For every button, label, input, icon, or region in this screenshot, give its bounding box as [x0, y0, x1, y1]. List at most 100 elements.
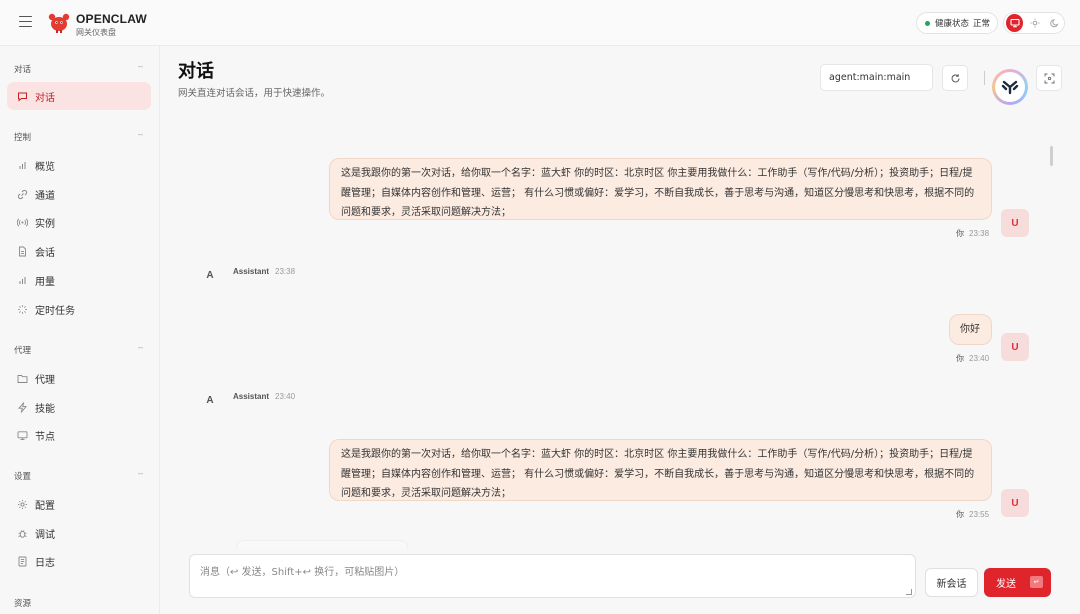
- sidebar-item-label: 代理: [35, 374, 55, 386]
- sidebar-item-sessions[interactable]: 会话: [7, 237, 151, 265]
- sidebar-item-label: 概览: [35, 161, 55, 173]
- loader-icon: [16, 303, 28, 315]
- monitor-icon[interactable]: [1006, 14, 1024, 32]
- message-meta: 你 23:38: [956, 228, 989, 239]
- sidebar-item-label: 定时任务: [35, 305, 75, 317]
- sidebar-item-instances[interactable]: 实例: [7, 208, 151, 236]
- page-subtitle: 网关直连对话会话，用于快速操作。: [178, 88, 331, 99]
- sidebar-item-nodes[interactable]: 节点: [7, 421, 151, 449]
- message-time: 23:38: [275, 267, 296, 276]
- top-bar: OPENCLAW 网关仪表盘 健康状态 正常: [0, 0, 1080, 46]
- sidebar-section-chat[interactable]: 对话: [14, 63, 31, 75]
- sidebar-item-agents[interactable]: 代理: [7, 364, 151, 392]
- user-message-bubble: 这是我跟你的第一次对话，给你取一个名字：蓝大虾 你的时区：北京时区 你主要用我做…: [329, 158, 992, 220]
- sidebar-item-channels[interactable]: 通道: [7, 180, 151, 208]
- message-meta: 你 23:55: [956, 509, 989, 520]
- bar-chart-icon: [16, 274, 28, 286]
- sidebar-section-agents[interactable]: 代理: [14, 344, 31, 356]
- message-time: 23:55: [969, 510, 990, 519]
- bug-icon: [16, 527, 28, 539]
- toolbar-divider: [984, 71, 985, 85]
- message-line: 这是我跟你的第一次对话，给你取一个名字：蓝大虾 你的时区：北京时区 你主要用我做…: [341, 168, 973, 179]
- moon-icon[interactable]: [1047, 14, 1064, 32]
- message-meta: Assistant 23:38: [233, 267, 295, 276]
- sidebar-section-resources[interactable]: 资源: [14, 597, 31, 609]
- session-selector[interactable]: agent:main:main: [820, 64, 933, 91]
- assistant-badge-icon[interactable]: [992, 69, 1028, 105]
- page-title: 对话: [178, 61, 214, 81]
- theme-switcher: [1003, 12, 1065, 34]
- menu-icon[interactable]: [19, 16, 32, 27]
- sidebar-item-label: 调试: [35, 529, 55, 541]
- brand-name: OPENCLAW: [76, 12, 147, 26]
- message-sender: 你: [956, 354, 964, 363]
- sidebar-item-label: 用量: [35, 276, 55, 288]
- health-status-value: 正常: [973, 18, 991, 28]
- message-time: 23:40: [275, 392, 296, 401]
- user-message-bubble: 你好: [949, 314, 992, 345]
- message-input[interactable]: 消息（↩ 发送，Shift+↩ 换行，可粘贴图片）: [189, 554, 916, 598]
- refresh-icon[interactable]: [942, 65, 968, 91]
- sidebar-item-chat[interactable]: 对话: [7, 82, 151, 110]
- sidebar-item-cron[interactable]: 定时任务: [7, 295, 151, 323]
- sidebar-item-label: 配置: [35, 500, 55, 512]
- message-sender: 你: [956, 229, 964, 238]
- chat-scrollbar[interactable]: [1050, 146, 1053, 166]
- sidebar-item-debug[interactable]: 调试: [7, 519, 151, 547]
- link-icon: [16, 188, 28, 200]
- bolt-icon: [16, 401, 28, 413]
- message-meta: 你 23:40: [956, 353, 989, 364]
- sidebar-item-usage[interactable]: 用量: [7, 266, 151, 294]
- sidebar-item-logs[interactable]: 日志: [7, 547, 151, 575]
- sidebar: 对话 – 对话 控制 – 概览 通道 实例 会话 用量 定时任务 代理 – 代理…: [0, 46, 160, 614]
- message-line: 醒管理；自媒体内容创作和管理、运营； 有什么习惯或偏好：爱学习，不断自我成长，善…: [341, 187, 975, 199]
- message-sender: Assistant: [233, 392, 270, 401]
- bar-chart-icon: [16, 159, 28, 171]
- new-chat-button[interactable]: 新会话: [925, 568, 978, 597]
- log-icon: [16, 555, 28, 567]
- document-icon: [16, 245, 28, 257]
- collapse-icon[interactable]: –: [138, 342, 143, 352]
- sidebar-item-overview[interactable]: 概览: [7, 151, 151, 179]
- message-meta: Assistant 23:40: [233, 392, 295, 401]
- sidebar-item-label: 通道: [35, 190, 55, 202]
- status-dot-icon: [925, 20, 930, 26]
- user-avatar: U: [1001, 489, 1029, 517]
- chat-icon: [16, 90, 28, 102]
- user-avatar: U: [1001, 333, 1029, 361]
- message-time: 23:40: [969, 354, 990, 363]
- user-message-bubble: 这是我跟你的第一次对话，给你取一个名字：蓝大虾 你的时区：北京时区 你主要用我做…: [329, 439, 992, 501]
- folder-icon: [16, 372, 28, 384]
- health-status-pill[interactable]: 健康状态 正常: [916, 12, 998, 34]
- focus-mode-icon[interactable]: [1036, 65, 1062, 91]
- gear-icon: [16, 498, 28, 510]
- message-sender: Assistant: [233, 267, 270, 276]
- user-avatar: U: [1001, 209, 1029, 237]
- sidebar-section-settings[interactable]: 设置: [14, 470, 31, 482]
- message-line: 你好: [960, 324, 980, 335]
- sidebar-item-label: 日志: [35, 557, 55, 569]
- message-line: 问题和要求，灵活采取问题解决方法；: [341, 488, 511, 499]
- message-time: 23:38: [969, 229, 990, 238]
- monitor-icon: [16, 429, 28, 441]
- assistant-avatar: A: [206, 394, 214, 406]
- message-line: 问题和要求，灵活采取问题解决方法；: [341, 207, 511, 218]
- sidebar-section-control[interactable]: 控制: [14, 131, 31, 143]
- send-label: 发送: [996, 579, 1016, 590]
- sidebar-item-label: 会话: [35, 247, 55, 259]
- message-line: 这是我跟你的第一次对话，给你取一个名字：蓝大虾 你的时区：北京时区 你主要用我做…: [341, 449, 973, 460]
- sidebar-item-skills[interactable]: 技能: [7, 393, 151, 421]
- collapse-icon[interactable]: –: [138, 129, 143, 139]
- message-sender: 你: [956, 510, 964, 519]
- sidebar-item-config[interactable]: 配置: [7, 490, 151, 518]
- assistant-avatar: A: [206, 269, 214, 281]
- enter-key-icon: ↵: [1030, 576, 1043, 588]
- collapse-icon[interactable]: –: [138, 468, 143, 478]
- send-button[interactable]: 发送 ↵: [984, 568, 1051, 597]
- resize-handle-icon[interactable]: [906, 589, 912, 595]
- sidebar-item-label: 技能: [35, 403, 55, 415]
- collapse-icon[interactable]: –: [138, 61, 143, 71]
- health-status-label: 健康状态: [935, 18, 970, 28]
- sidebar-item-label: 实例: [35, 218, 55, 230]
- sun-icon[interactable]: [1026, 14, 1043, 32]
